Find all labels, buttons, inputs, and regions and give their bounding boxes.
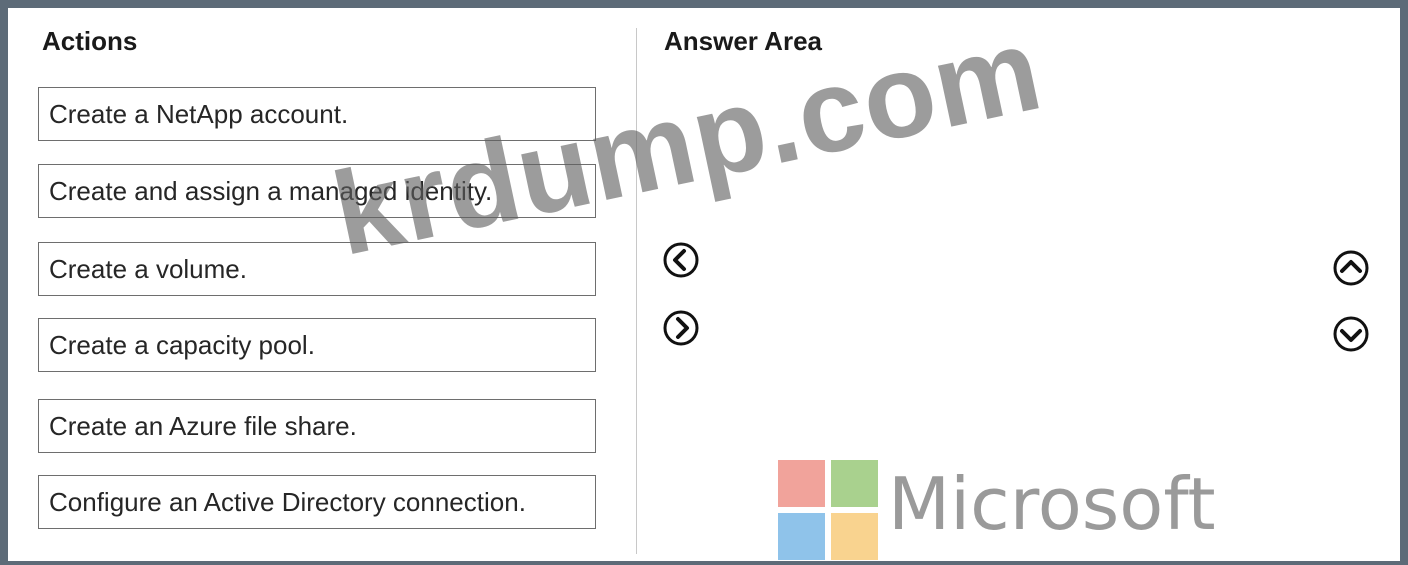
action-item-create-netapp-account[interactable]: Create a NetApp account. <box>38 87 596 141</box>
move-right-button[interactable] <box>663 310 699 346</box>
action-item-create-volume[interactable]: Create a volume. <box>38 242 596 296</box>
chevron-down-circle-icon <box>1333 316 1369 352</box>
action-item-create-managed-identity[interactable]: Create and assign a managed identity. <box>38 164 596 218</box>
logo-square-red <box>778 460 825 507</box>
actions-title: Actions <box>42 26 138 56</box>
logo-square-yellow <box>831 513 878 560</box>
chevron-up-circle-icon <box>1333 250 1369 286</box>
action-item-configure-ad-connection[interactable]: Configure an Active Directory connection… <box>38 475 596 529</box>
chevron-right-circle-icon <box>663 310 699 346</box>
answer-area-title: Answer Area <box>664 26 822 56</box>
answer-area[interactable] <box>740 70 1310 550</box>
action-item-create-capacity-pool[interactable]: Create a capacity pool. <box>38 318 596 372</box>
action-item-create-azure-file-share[interactable]: Create an Azure file share. <box>38 399 596 453</box>
move-down-button[interactable] <box>1333 316 1369 352</box>
panel-divider <box>636 28 637 554</box>
logo-square-green <box>831 460 878 507</box>
chevron-left-circle-icon <box>663 242 699 278</box>
move-left-button[interactable] <box>663 242 699 278</box>
logo-square-blue <box>778 513 825 560</box>
move-up-button[interactable] <box>1333 250 1369 286</box>
